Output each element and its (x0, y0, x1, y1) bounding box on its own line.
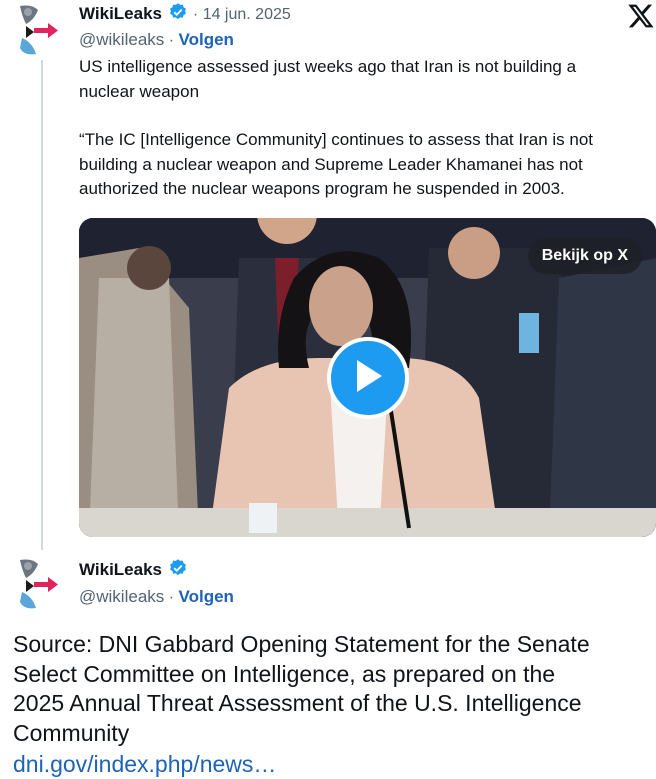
author-name[interactable]: WikiLeaks (79, 560, 162, 579)
follow-button[interactable]: Volgen (179, 30, 234, 49)
play-button[interactable] (327, 337, 409, 419)
tweet-line: nuclear weapon (79, 81, 200, 101)
tweet-header: WikiLeaks · 14 jun. 2025 (79, 2, 291, 27)
separator-dot: · (192, 6, 199, 23)
tweet-line: Source: DNI Gabbard Opening Statement fo… (13, 631, 590, 657)
source-link[interactable]: dni.gov/index.php/news… (13, 750, 276, 779)
verified-badge-icon (168, 2, 188, 27)
handle-row: @wikileaks · Volgen (79, 587, 234, 607)
follow-button[interactable]: Volgen (179, 587, 234, 606)
tweet-header: WikiLeaks (79, 558, 188, 583)
avatar[interactable] (14, 556, 72, 612)
tweet-line: authorized the nuclear weapons program h… (79, 179, 565, 198)
tweet-date[interactable]: 14 jun. 2025 (203, 6, 291, 23)
watch-on-x-button[interactable]: Bekijk op X (527, 238, 642, 274)
tweet-line: “The IC [Intelligence Community] continu… (79, 130, 594, 149)
separator-dot: · (168, 589, 175, 606)
tweet-line: US intelligence assessed just weeks ago … (79, 57, 577, 76)
avatar[interactable] (14, 2, 72, 58)
separator-dot: · (168, 32, 175, 49)
x-logo-icon[interactable] (627, 2, 655, 30)
thread-line (41, 60, 43, 550)
author-name[interactable]: WikiLeaks (79, 4, 162, 23)
tweet-line: building a nuclear weapon and Supreme Le… (79, 154, 583, 174)
tweet-body: US intelligence assessed just weeks ago … (79, 55, 649, 202)
play-icon (351, 357, 385, 400)
author-handle[interactable]: @wikileaks (79, 587, 164, 606)
video-player[interactable]: Bekijk op X (79, 218, 656, 537)
author-handle[interactable]: @wikileaks (79, 30, 164, 49)
verified-badge-icon (168, 558, 188, 583)
tweet-line: Community (13, 719, 130, 746)
tweet-body-large: Source: DNI Gabbard Opening Statement fo… (13, 630, 653, 748)
tweet-line: Select Committee on Intelligence, as pre… (13, 660, 556, 687)
handle-row: @wikileaks · Volgen (79, 30, 234, 50)
tweet-line: 2025 Annual Threat Assessment of the U.S… (13, 690, 582, 716)
